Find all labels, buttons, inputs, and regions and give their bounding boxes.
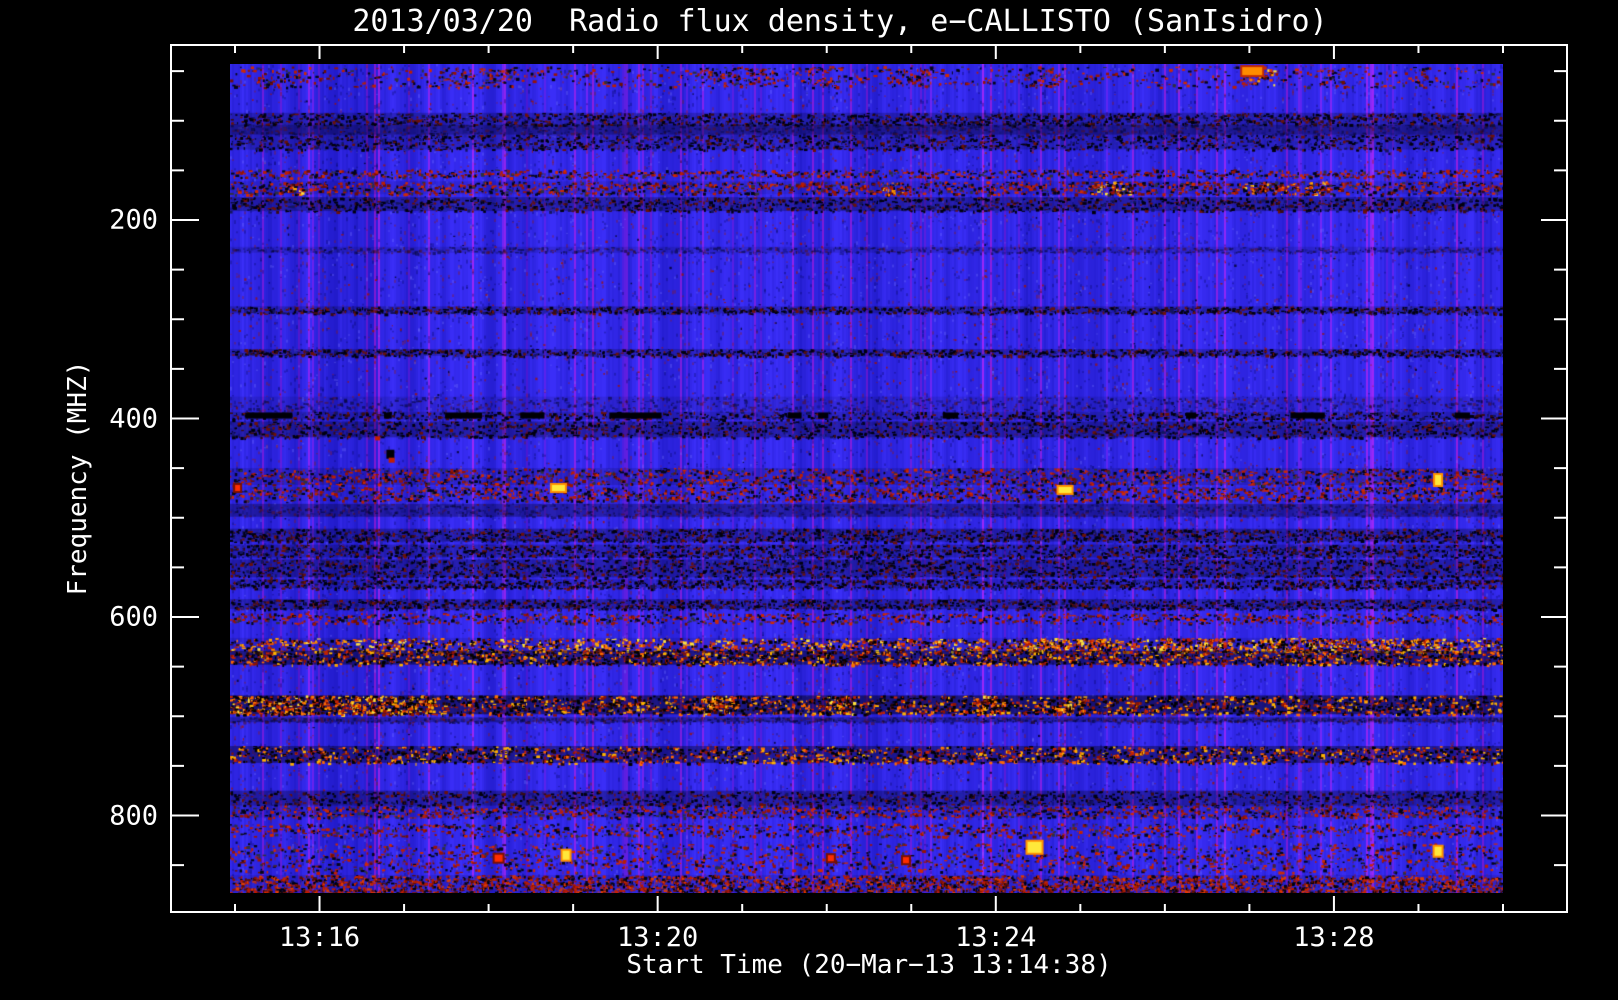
x-tick-label: 13:20 [617, 922, 699, 953]
spectrogram-image [230, 64, 1503, 893]
x-tick-label: 13:28 [1293, 922, 1375, 953]
chart-title: 2013/03/20 Radio flux density, e−CALLIST… [352, 4, 1328, 39]
spectrogram-page: 2013/03/20 Radio flux density, e−CALLIST… [0, 0, 1618, 1000]
y-axis-title: Frequency (MHZ) [63, 360, 93, 596]
y-tick-label: 600 [109, 601, 158, 633]
x-tick-label: 13:16 [278, 922, 361, 953]
y-tick-label: 200 [109, 204, 158, 236]
y-tick-label: 800 [109, 800, 158, 831]
x-tick-label: 13:24 [955, 922, 1037, 953]
x-axis-title: Start Time (20−Mar−13 13:14:38) [626, 950, 1112, 980]
y-tick-label: 400 [109, 403, 158, 434]
